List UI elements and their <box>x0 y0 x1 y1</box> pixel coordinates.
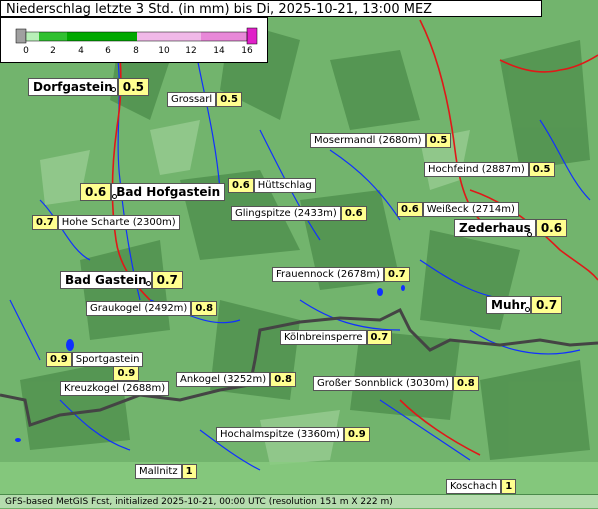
legend-tick: 14 <box>213 46 225 56</box>
place-label-ankogel: Ankogel (3252m) 0.8 <box>176 372 296 387</box>
precip-value: 0.6 <box>397 202 423 217</box>
precip-value: 0.8 <box>270 372 296 387</box>
precip-value: 0.6 <box>228 178 254 193</box>
place-name: Mallnitz <box>135 464 182 479</box>
town-location-marker <box>527 232 532 237</box>
precip-value: 0.9 <box>46 352 72 367</box>
legend-tick: 16 <box>241 46 253 56</box>
town-label-dorfgastein: Dorfgastein 0.5 <box>28 78 149 96</box>
town-label-zederhaus: Zederhaus 0.6 <box>454 219 568 237</box>
place-name: Kölnbreinsperre <box>280 330 367 345</box>
place-label-mosermandl: Mosermandl (2680m) 0.5 <box>310 133 452 148</box>
precip-value: 0.8 <box>191 301 218 316</box>
place-name: Ankogel (3252m) <box>176 372 271 387</box>
place-name: Grossarl <box>167 92 217 107</box>
precip-value: 0.5 <box>528 162 555 177</box>
place-label-mallnitz: Mallnitz 1 <box>135 464 197 479</box>
precip-value: 0.9 <box>343 427 370 442</box>
place-name: Hochfeind (2887m) <box>424 162 529 177</box>
precip-value: 1 <box>501 479 517 494</box>
town-location-marker <box>146 281 151 286</box>
place-name: Frauennock (2678m) <box>272 267 385 282</box>
precip-value: 0.5 <box>425 133 452 148</box>
map-title: Niederschlag letzte 3 Std. (in mm) bis D… <box>0 0 542 17</box>
precip-value: 0.7 <box>366 330 393 345</box>
legend: 0 2 4 6 8 10 12 14 16 <box>0 17 268 63</box>
legend-tick: 0 <box>23 46 29 56</box>
place-name: Mosermandl (2680m) <box>310 133 426 148</box>
legend-tick: 12 <box>185 46 197 56</box>
precip-value: 1 <box>181 464 197 479</box>
place-label-weisseck: 0.6 Weißeck (2714m) <box>397 202 519 217</box>
precip-value: 0.7 <box>530 296 563 314</box>
town-name: Bad Gastein <box>60 271 152 289</box>
precip-value: 0.7 <box>151 271 183 289</box>
precip-value: 0.9 <box>113 366 140 381</box>
place-name: Hochalmspitze (3360m) <box>216 427 344 442</box>
town-label-muhr: Muhr 0.7 <box>486 296 563 314</box>
place-name: Koschach <box>446 479 502 494</box>
place-name: Sportgastein <box>71 352 144 367</box>
town-name: Dorfgastein <box>28 78 118 96</box>
town-name: Bad Hofgastein <box>111 183 226 201</box>
precip-value: 0.6 <box>340 206 367 221</box>
precip-value: 0.7 <box>384 267 410 282</box>
town-label-bad-hofgastein: 0.6 Bad Hofgastein <box>80 183 226 201</box>
town-location-marker <box>112 194 117 199</box>
place-name: Großer Sonnblick (3030m) <box>313 376 454 391</box>
legend-tick: 2 <box>50 46 56 56</box>
place-name: Hüttschlag <box>253 178 316 193</box>
place-name: Hohe Scharte (2300m) <box>57 215 180 230</box>
place-label-koelnbreinsperre: Kölnbreinsperre 0.7 <box>280 330 393 345</box>
legend-scale <box>15 27 258 45</box>
place-name: Graukogel (2492m) <box>86 301 192 316</box>
place-label-grosser-sonnblick: Großer Sonnblick (3030m) 0.8 <box>313 376 479 391</box>
legend-tick: 8 <box>133 46 139 56</box>
place-label-huettschlag: 0.6 Hüttschlag <box>228 178 316 193</box>
town-name: Muhr <box>486 296 531 314</box>
precip-value: 0.6 <box>535 219 568 237</box>
place-label-glingspitze: Glingspitze (2433m) 0.6 <box>231 206 367 221</box>
place-label-sportgastein: 0.9 Sportgastein <box>46 352 144 367</box>
town-location-marker <box>525 307 530 312</box>
place-label-hochalmspitze: Hochalmspitze (3360m) 0.9 <box>216 427 370 442</box>
town-label-bad-gastein: Bad Gastein 0.7 <box>60 271 183 289</box>
place-label-hochfeind: Hochfeind (2887m) 0.5 <box>424 162 555 177</box>
precip-value: 0.8 <box>453 376 479 391</box>
place-label-kreuzkogel: 0.9 Kreuzkogel (2688m) <box>60 366 170 396</box>
legend-tick: 6 <box>105 46 111 56</box>
place-label-hohe-scharte: 0.7 Hohe Scharte (2300m) <box>32 215 180 230</box>
place-name: Kreuzkogel (2688m) <box>60 381 170 396</box>
place-label-graukogel: Graukogel (2492m) 0.8 <box>86 301 218 316</box>
precip-value: 0.5 <box>117 78 149 96</box>
place-label-frauennock: Frauennock (2678m) 0.7 <box>272 267 410 282</box>
footer-info: GFS-based MetGIS Fcst, initialized 2025-… <box>0 494 598 508</box>
legend-tick: 10 <box>158 46 170 56</box>
precip-value: 0.7 <box>32 215 58 230</box>
place-label-grossarl: Grossarl 0.5 <box>167 92 242 107</box>
place-name: Glingspitze (2433m) <box>231 206 341 221</box>
precip-value: 0.6 <box>80 183 112 201</box>
place-label-koschach: Koschach 1 <box>446 479 517 494</box>
town-name: Zederhaus <box>454 219 536 237</box>
town-location-marker <box>111 87 116 92</box>
legend-tick: 4 <box>78 46 84 56</box>
place-name: Weißeck (2714m) <box>422 202 519 217</box>
precip-value: 0.5 <box>216 92 242 107</box>
